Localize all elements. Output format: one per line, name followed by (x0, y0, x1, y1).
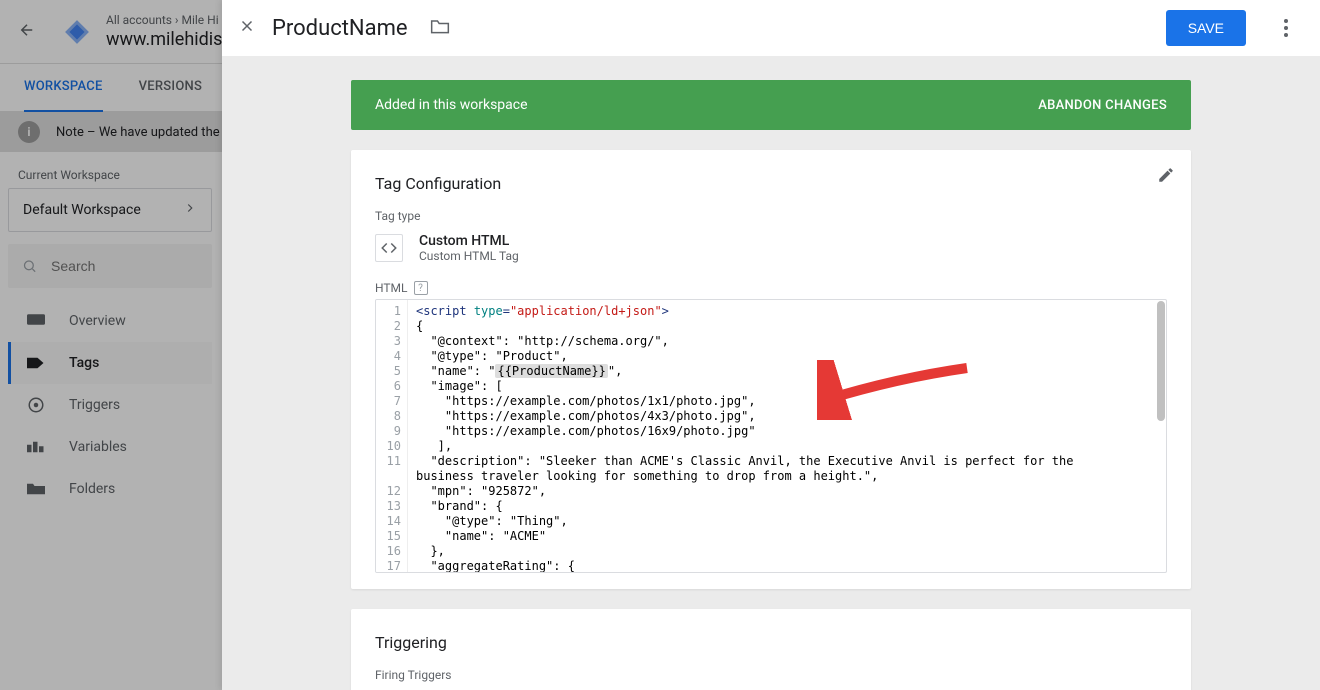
container-name: www.milehidisti (106, 29, 239, 50)
html-field-label: HTML (375, 281, 408, 295)
code-brackets-icon (375, 234, 403, 262)
tag-type-sub: Custom HTML Tag (419, 249, 519, 263)
save-button[interactable]: SAVE (1166, 10, 1246, 46)
blocks-icon (27, 440, 45, 454)
close-icon[interactable] (238, 17, 256, 39)
change-status-bar: Added in this workspace ABANDON CHANGES (351, 80, 1191, 130)
help-icon[interactable]: ? (414, 281, 428, 295)
code-content[interactable]: <script type="application/ld+json">{ "@c… (408, 300, 1166, 572)
more-menu-icon[interactable] (1268, 10, 1304, 46)
triggering-title: Triggering (375, 633, 1167, 652)
sidebar-item-label: Folders (69, 481, 115, 497)
folder-icon (27, 482, 45, 496)
back-arrow-icon[interactable] (18, 21, 36, 43)
tag-editor-panel: ProductName SAVE Added in this workspace… (222, 0, 1320, 690)
firing-triggers-label: Firing Triggers (375, 668, 1167, 682)
sidebar-item-label: Variables (69, 439, 127, 455)
chevron-right-icon (183, 201, 197, 219)
target-icon (27, 396, 45, 414)
tab-versions[interactable]: VERSIONS (139, 64, 203, 112)
sidebar-item-tags[interactable]: Tags (8, 342, 212, 384)
sidebar-item-variables[interactable]: Variables (8, 426, 212, 468)
breadcrumb[interactable]: All accounts › Mile Hi Dis (106, 13, 239, 27)
sidebar-item-label: Tags (69, 355, 99, 371)
sidebar-item-overview[interactable]: Overview (8, 300, 212, 342)
tag-title[interactable]: ProductName (272, 16, 408, 41)
workspace-selector[interactable]: Default Workspace (8, 188, 212, 232)
sidebar-item-folders[interactable]: Folders (8, 468, 212, 510)
notice-text: Note – We have updated the (56, 125, 220, 140)
workspace-name: Default Workspace (23, 202, 141, 218)
tag-config-title: Tag Configuration (375, 174, 1167, 193)
info-icon: i (18, 121, 40, 143)
sidebar-item-triggers[interactable]: Triggers (8, 384, 212, 426)
search-box[interactable] (8, 244, 212, 288)
dashboard-icon (27, 314, 45, 328)
tag-config-card: Tag Configuration Tag type Custom HTML C… (351, 150, 1191, 589)
change-status-text: Added in this workspace (375, 97, 528, 113)
abandon-changes-button[interactable]: ABANDON CHANGES (1038, 98, 1167, 113)
search-input[interactable] (51, 258, 198, 274)
gtm-logo-icon (64, 19, 90, 45)
current-workspace-label: Current Workspace (8, 168, 212, 182)
triggering-card: Triggering Firing Triggers (351, 609, 1191, 690)
tag-icon (27, 356, 45, 370)
line-number-gutter: 123456789101112131415161718 (376, 300, 408, 572)
html-code-editor[interactable]: 123456789101112131415161718 <script type… (375, 299, 1167, 573)
tab-workspace[interactable]: WORKSPACE (24, 64, 103, 112)
scrollbar-thumb[interactable] (1157, 301, 1165, 421)
tag-type-name: Custom HTML (419, 233, 519, 249)
folder-outline-icon[interactable] (430, 17, 450, 39)
search-icon (22, 257, 37, 275)
edit-pencil-icon[interactable] (1157, 166, 1175, 188)
sidebar-item-label: Overview (69, 313, 126, 329)
sidebar-item-label: Triggers (69, 397, 120, 413)
tag-type-label: Tag type (375, 209, 1167, 223)
